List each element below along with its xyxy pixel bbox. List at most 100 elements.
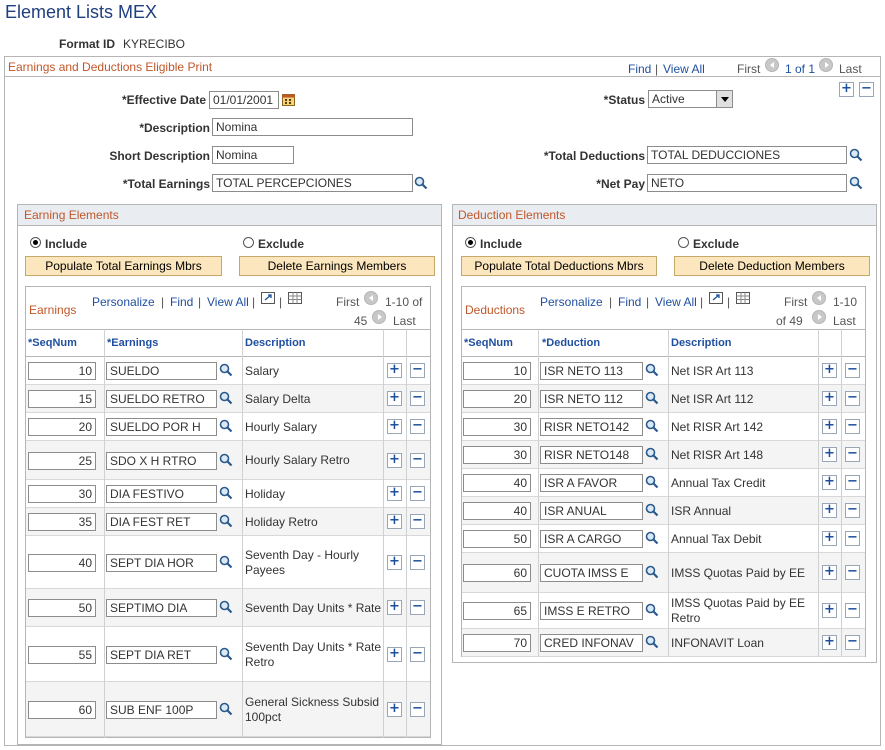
- deductions-include-radio[interactable]: [465, 237, 476, 248]
- grid-download-icon[interactable]: [288, 292, 302, 304]
- delete-row-icon[interactable]: −: [845, 475, 860, 490]
- magnifier-icon[interactable]: [645, 363, 659, 377]
- magnifier-icon[interactable]: [219, 702, 233, 716]
- short-description-input[interactable]: Nomina: [212, 146, 294, 164]
- delete-row-icon[interactable]: −: [410, 600, 425, 615]
- deductions-next-icon[interactable]: [812, 310, 826, 324]
- add-row-icon[interactable]: +: [387, 702, 402, 717]
- deductions-find-link[interactable]: Find: [618, 295, 641, 309]
- magnifier-icon[interactable]: [219, 453, 233, 467]
- magnifier-icon[interactable]: [219, 647, 233, 661]
- delete-row-icon[interactable]: −: [845, 531, 860, 546]
- magnifier-icon[interactable]: [849, 176, 863, 190]
- code-input[interactable]: SUB ENF 100P: [106, 701, 217, 719]
- code-input[interactable]: ISR A FAVOR: [540, 474, 643, 492]
- magnifier-icon[interactable]: [849, 148, 863, 162]
- magnifier-icon[interactable]: [219, 419, 233, 433]
- populate-total-earnings-button[interactable]: Populate Total Earnings Mbrs: [25, 256, 222, 276]
- seqnum-input[interactable]: 55: [28, 646, 96, 664]
- net-pay-input[interactable]: NETO: [647, 174, 847, 192]
- seqnum-input[interactable]: 60: [463, 564, 531, 582]
- code-input[interactable]: DIA FESTIVO: [106, 485, 217, 503]
- calendar-icon[interactable]: [282, 93, 295, 106]
- earnings-view-all-link[interactable]: View All: [207, 295, 249, 309]
- seqnum-input[interactable]: 50: [28, 599, 96, 617]
- magnifier-icon[interactable]: [219, 600, 233, 614]
- seqnum-input[interactable]: 30: [463, 446, 531, 464]
- add-row-icon[interactable]: +: [387, 363, 402, 378]
- seqnum-input[interactable]: 20: [28, 418, 96, 436]
- magnifier-icon[interactable]: [645, 447, 659, 461]
- earnings-find-link[interactable]: Find: [170, 295, 193, 309]
- code-input[interactable]: SEPT DIA RET: [106, 646, 217, 664]
- zoom-icon[interactable]: [709, 292, 723, 304]
- add-row-icon[interactable]: +: [387, 486, 402, 501]
- delete-row-icon[interactable]: −: [845, 503, 860, 518]
- delete-row-icon[interactable]: −: [410, 486, 425, 501]
- total-earnings-input[interactable]: TOTAL PERCEPCIONES: [212, 174, 413, 192]
- magnifier-icon[interactable]: [414, 176, 428, 190]
- status-select[interactable]: Active: [648, 90, 733, 108]
- delete-row-icon[interactable]: −: [410, 514, 425, 529]
- populate-total-deductions-button[interactable]: Populate Total Deductions Mbrs: [461, 256, 657, 276]
- delete-row-icon[interactable]: −: [410, 453, 425, 468]
- deductions-personalize-link[interactable]: Personalize: [540, 295, 603, 309]
- seqnum-input[interactable]: 10: [28, 362, 96, 380]
- deductions-view-all-link[interactable]: View All: [655, 295, 697, 309]
- delete-row-icon[interactable]: −: [845, 391, 860, 406]
- add-row-icon[interactable]: +: [387, 600, 402, 615]
- delete-row-icon[interactable]: −: [845, 603, 860, 618]
- add-row-icon[interactable]: +: [822, 503, 837, 518]
- code-input[interactable]: IMSS E RETRO: [540, 602, 643, 620]
- earnings-prev-icon[interactable]: [364, 291, 378, 305]
- delete-row-icon[interactable]: −: [410, 555, 425, 570]
- seqnum-input[interactable]: 70: [463, 634, 531, 652]
- add-row-icon[interactable]: +: [839, 82, 854, 97]
- code-input[interactable]: SEPT DIA HOR: [106, 554, 217, 572]
- code-input[interactable]: CRED INFONAV: [540, 634, 643, 652]
- code-input[interactable]: RISR NETO142: [540, 418, 643, 436]
- delete-row-icon[interactable]: −: [410, 419, 425, 434]
- grid-download-icon[interactable]: [736, 292, 750, 304]
- seqnum-input[interactable]: 65: [463, 602, 531, 620]
- seqnum-input[interactable]: 20: [463, 390, 531, 408]
- seqnum-input[interactable]: 30: [463, 418, 531, 436]
- add-row-icon[interactable]: +: [822, 363, 837, 378]
- description-input[interactable]: Nomina: [212, 118, 413, 136]
- seqnum-input[interactable]: 15: [28, 390, 96, 408]
- delete-row-icon[interactable]: −: [410, 363, 425, 378]
- delete-row-icon[interactable]: −: [845, 635, 860, 650]
- delete-row-icon[interactable]: −: [410, 391, 425, 406]
- delete-row-icon[interactable]: −: [845, 565, 860, 580]
- zoom-icon[interactable]: [261, 292, 275, 304]
- magnifier-icon[interactable]: [219, 391, 233, 405]
- delete-row-icon[interactable]: −: [410, 702, 425, 717]
- code-input[interactable]: ISR A CARGO: [540, 530, 643, 548]
- magnifier-icon[interactable]: [645, 503, 659, 517]
- seqnum-input[interactable]: 30: [28, 485, 96, 503]
- add-row-icon[interactable]: +: [822, 603, 837, 618]
- add-row-icon[interactable]: +: [822, 565, 837, 580]
- code-input[interactable]: SUELDO RETRO: [106, 390, 217, 408]
- seqnum-input[interactable]: 50: [463, 530, 531, 548]
- code-input[interactable]: SEPTIMO DIA: [106, 599, 217, 617]
- deductions-prev-icon[interactable]: [812, 291, 826, 305]
- code-input[interactable]: RISR NETO148: [540, 446, 643, 464]
- magnifier-icon[interactable]: [645, 565, 659, 579]
- magnifier-icon[interactable]: [219, 486, 233, 500]
- seqnum-input[interactable]: 10: [463, 362, 531, 380]
- add-row-icon[interactable]: +: [387, 555, 402, 570]
- seqnum-input[interactable]: 40: [28, 554, 96, 572]
- magnifier-icon[interactable]: [645, 603, 659, 617]
- add-row-icon[interactable]: +: [822, 391, 837, 406]
- add-row-icon[interactable]: +: [822, 447, 837, 462]
- magnifier-icon[interactable]: [645, 475, 659, 489]
- add-row-icon[interactable]: +: [387, 453, 402, 468]
- delete-row-icon[interactable]: −: [845, 419, 860, 434]
- code-input[interactable]: ISR NETO 112: [540, 390, 643, 408]
- add-row-icon[interactable]: +: [387, 419, 402, 434]
- magnifier-icon[interactable]: [219, 363, 233, 377]
- section-prev-icon[interactable]: [765, 58, 779, 72]
- seqnum-input[interactable]: 25: [28, 452, 96, 470]
- delete-earnings-members-button[interactable]: Delete Earnings Members: [239, 256, 435, 276]
